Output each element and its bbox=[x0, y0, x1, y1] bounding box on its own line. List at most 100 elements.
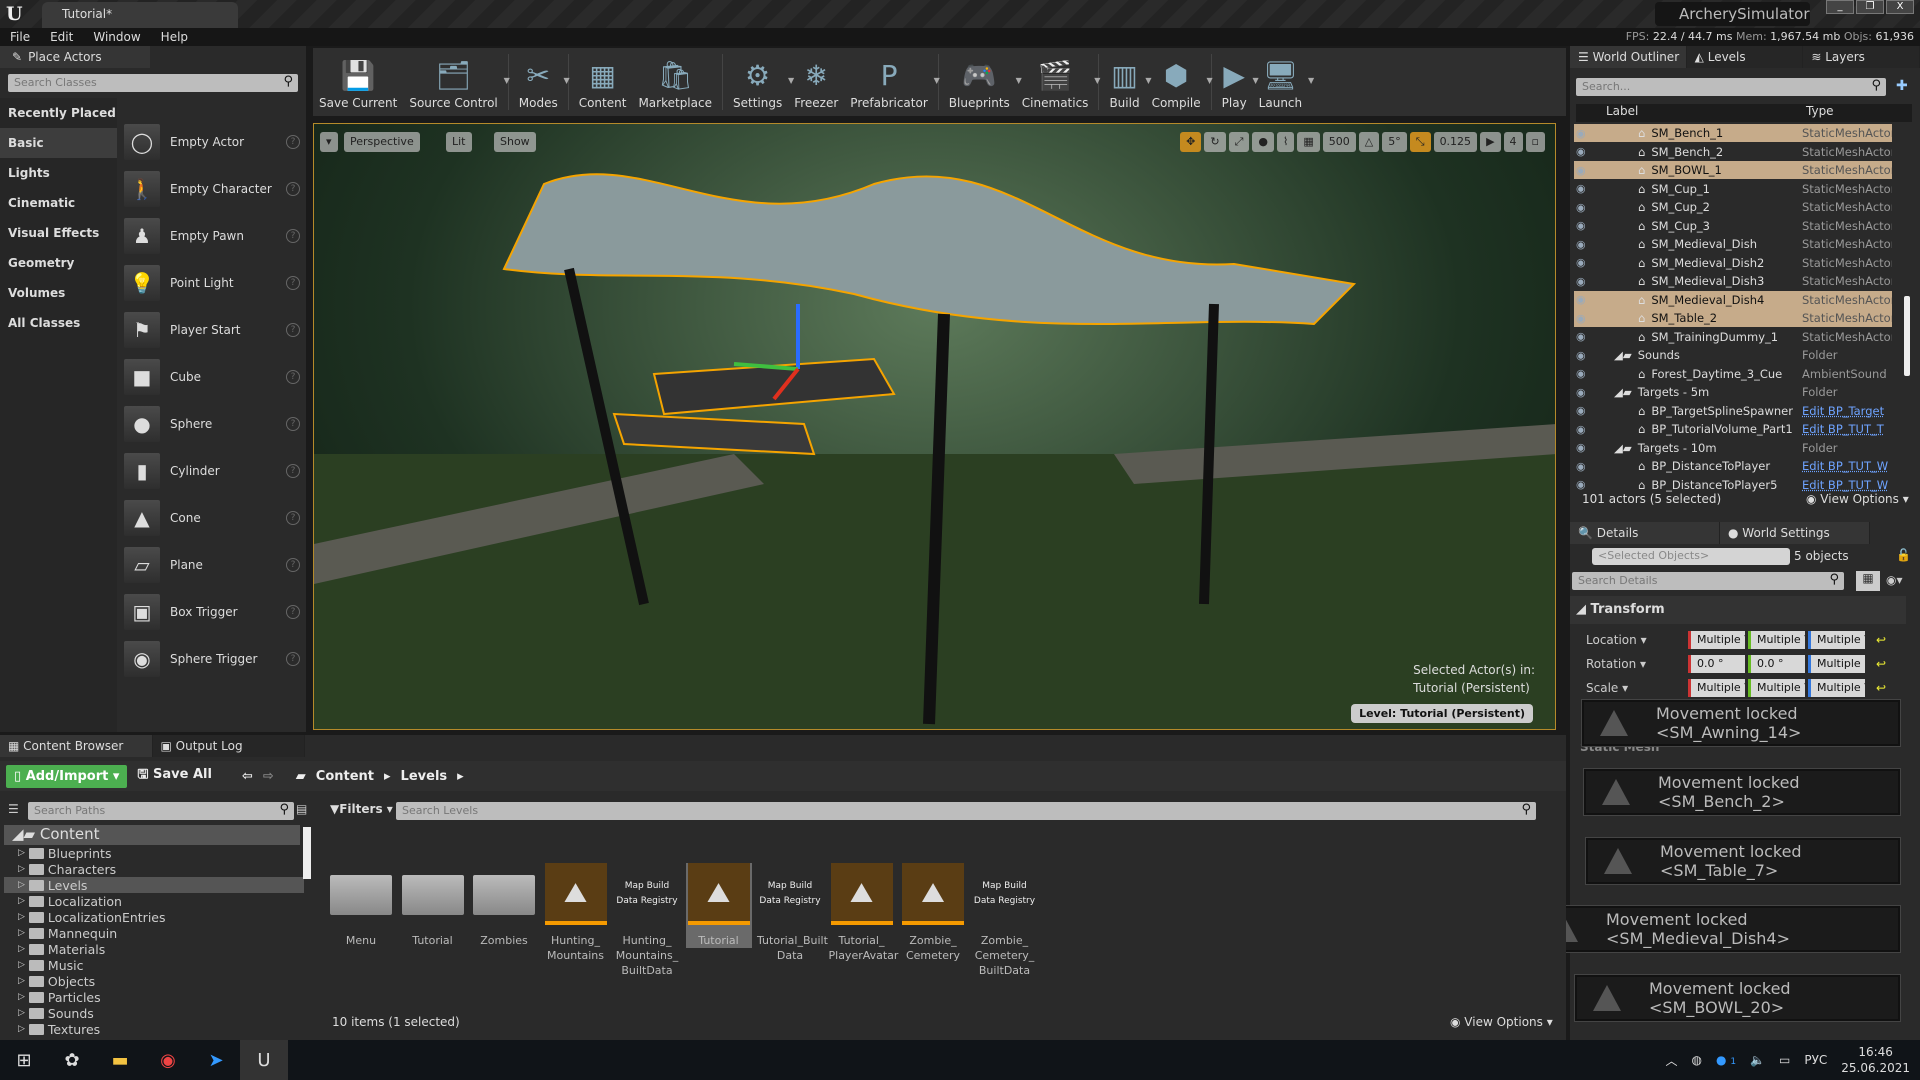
filters-button[interactable]: ▼Filters ▾ bbox=[330, 802, 393, 816]
outliner-row[interactable]: ◉ ⌂ SM_Medieval_Dish StaticMeshActor bbox=[1574, 235, 1892, 253]
outliner-view-options[interactable]: ◉ View Options ▾ bbox=[1806, 492, 1909, 506]
value-x-field[interactable]: Multiple V bbox=[1688, 679, 1745, 697]
file-explorer-icon[interactable]: ▬ bbox=[96, 1040, 144, 1080]
content-view-options[interactable]: ◉ View Options ▾ bbox=[1450, 1015, 1553, 1029]
expand-arrow-icon[interactable]: ▷ bbox=[18, 864, 25, 874]
restore-button[interactable]: ❐ bbox=[1856, 0, 1884, 14]
outliner-row-type[interactable]: Edit BP_TUT_W bbox=[1802, 478, 1892, 492]
add-import-button[interactable]: ▯ Add/Import ▾ bbox=[6, 764, 128, 788]
category-volumes[interactable]: Volumes bbox=[0, 278, 117, 308]
category-visual-effects[interactable]: Visual Effects bbox=[0, 218, 117, 248]
save-all-button[interactable]: 🖫 Save All bbox=[137, 765, 212, 787]
network-icon[interactable]: ▭ bbox=[1779, 1053, 1790, 1067]
grid-snap-icon[interactable]: ▦ bbox=[1297, 132, 1320, 152]
outliner-row[interactable]: ◉ ⌂ BP_DistanceToPlayer Edit BP_TUT_W bbox=[1574, 457, 1892, 475]
visibility-eye-icon[interactable]: ◉ bbox=[1576, 219, 1590, 232]
actor-item[interactable]: 🚶 Empty Character? bbox=[124, 169, 300, 209]
maximize-viewport-icon[interactable]: ▫ bbox=[1525, 132, 1545, 152]
value-y-field[interactable]: Multiple V bbox=[1748, 631, 1805, 649]
visibility-options-icon[interactable]: ◉▾ bbox=[1886, 573, 1903, 587]
expand-arrow-icon[interactable]: ▷ bbox=[18, 896, 25, 906]
tree-item[interactable]: ▷ Objects bbox=[4, 973, 304, 989]
visibility-eye-icon[interactable]: ◉ bbox=[1576, 441, 1590, 454]
tray-expand-icon[interactable]: ︿ bbox=[1666, 1052, 1678, 1069]
path-view-options-icon[interactable]: ▤ bbox=[296, 802, 307, 816]
windows-start-icon[interactable]: ⊞ bbox=[0, 1040, 48, 1080]
tree-item[interactable]: ▷ Materials bbox=[4, 941, 304, 957]
value-z-field[interactable]: Multiple V bbox=[1808, 679, 1865, 697]
camera-speed-icon[interactable]: ▶ bbox=[1480, 132, 1501, 152]
sources-toggle-icon[interactable]: ☰ bbox=[8, 802, 19, 816]
asset-tile[interactable]: Menu bbox=[328, 863, 394, 948]
scale-snap-value[interactable]: 0.125 bbox=[1433, 132, 1478, 152]
visibility-eye-icon[interactable]: ◉ bbox=[1576, 460, 1590, 473]
help-icon[interactable]: ? bbox=[286, 558, 300, 572]
tree-item[interactable]: ▷ Particles bbox=[4, 989, 304, 1005]
property-label[interactable]: Rotation ▾ bbox=[1570, 657, 1688, 671]
dropdown-arrow-icon[interactable]: ▼ bbox=[1308, 76, 1314, 85]
property-label[interactable]: Scale ▾ bbox=[1570, 681, 1688, 695]
toolbar-launch-button[interactable]: 🖥 Launch ▼ bbox=[1253, 48, 1314, 116]
actor-item[interactable]: ▣ Box Trigger? bbox=[124, 592, 300, 632]
search-classes-input[interactable]: Search Classes ⚲ bbox=[8, 74, 298, 92]
tree-item[interactable]: ▷ Sounds bbox=[4, 1005, 304, 1021]
visibility-eye-icon[interactable]: ◉ bbox=[1576, 367, 1590, 380]
menu-edit[interactable]: Edit bbox=[40, 30, 83, 44]
toolbar-source-control-button[interactable]: 🗂 Source Control ▼ bbox=[403, 48, 509, 116]
scale-mode-icon[interactable]: ⤢ bbox=[1228, 132, 1250, 152]
help-icon[interactable]: ? bbox=[286, 276, 300, 290]
expand-arrow-icon[interactable]: ▷ bbox=[18, 912, 25, 922]
help-icon[interactable]: ? bbox=[286, 323, 300, 337]
toolbar-content-button[interactable]: ▦ Content bbox=[573, 48, 633, 116]
language-indicator[interactable]: РУС bbox=[1804, 1053, 1827, 1067]
rotate-mode-icon[interactable]: ↻ bbox=[1204, 132, 1226, 152]
visibility-eye-icon[interactable]: ◉ bbox=[1576, 127, 1590, 140]
dropdown-arrow-icon[interactable]: ▼ bbox=[564, 76, 570, 85]
reset-to-default-icon[interactable]: ↩ bbox=[1876, 633, 1886, 647]
lit-button[interactable]: Lit bbox=[446, 132, 472, 152]
actor-item[interactable]: ♟ Empty Pawn? bbox=[124, 216, 300, 256]
tree-item[interactable]: ▷ Localization bbox=[4, 893, 304, 909]
category-lights[interactable]: Lights bbox=[0, 158, 117, 188]
visibility-eye-icon[interactable]: ◉ bbox=[1576, 238, 1590, 251]
value-z-field[interactable]: Multiple bbox=[1808, 655, 1865, 673]
outliner-row[interactable]: ◉ ◢▰ Sounds Folder bbox=[1574, 346, 1892, 364]
telegram-icon[interactable]: ➤ bbox=[192, 1040, 240, 1080]
outliner-row[interactable]: ◉ ◢▰ Targets - 10m Folder bbox=[1574, 439, 1892, 457]
value-y-field[interactable]: Multiple V bbox=[1748, 679, 1805, 697]
tab-output-log[interactable]: ▣ Output Log bbox=[152, 735, 305, 757]
property-label[interactable]: Location ▾ bbox=[1570, 633, 1688, 647]
value-z-field[interactable]: Multiple V bbox=[1808, 631, 1865, 649]
tree-item[interactable]: ▷ Mannequin bbox=[4, 925, 304, 941]
tree-item[interactable]: ▷ Levels bbox=[4, 877, 304, 893]
tree-item[interactable]: ▷ LocalizationEntries bbox=[4, 909, 304, 925]
breadcrumb-content[interactable]: Content bbox=[316, 769, 374, 784]
expand-arrow-icon[interactable]: ▷ bbox=[18, 992, 25, 1002]
forward-button[interactable]: ⇨ bbox=[263, 769, 274, 784]
grid-size-value[interactable]: 500 bbox=[1322, 132, 1356, 152]
outliner-row[interactable]: ◉ ⌂ BP_DistanceToPlayer5 Edit BP_TUT_W bbox=[1574, 476, 1892, 494]
reset-to-default-icon[interactable]: ↩ bbox=[1876, 657, 1886, 671]
help-icon[interactable]: ? bbox=[286, 182, 300, 196]
toolbar-build-button[interactable]: ▥ Build ▼ bbox=[1103, 48, 1151, 116]
tab-details[interactable]: 🔍 Details bbox=[1570, 522, 1720, 544]
visibility-eye-icon[interactable]: ◉ bbox=[1576, 423, 1590, 436]
actor-item[interactable]: ▮ Cylinder? bbox=[124, 451, 300, 491]
outliner-scrollbar[interactable] bbox=[1904, 296, 1910, 376]
visibility-eye-icon[interactable]: ◉ bbox=[1576, 478, 1590, 491]
outliner-row[interactable]: ◉ ⌂ SM_BOWL_1 StaticMeshActor bbox=[1574, 161, 1892, 179]
outliner-row[interactable]: ◉ ⌂ SM_Cup_2 StaticMeshActor bbox=[1574, 198, 1892, 216]
visibility-eye-icon[interactable]: ◉ bbox=[1576, 349, 1590, 362]
back-button[interactable]: ⇦ bbox=[242, 769, 253, 784]
expand-arrow-icon[interactable]: ▷ bbox=[18, 928, 25, 938]
dropdown-arrow-icon[interactable]: ▼ bbox=[1206, 76, 1212, 85]
perspective-button[interactable]: Perspective bbox=[344, 132, 420, 152]
dropdown-arrow-icon[interactable]: ▼ bbox=[934, 76, 940, 85]
toolbar-modes-button[interactable]: ✂ Modes ▼ bbox=[513, 48, 570, 116]
document-tab[interactable]: Tutorial* bbox=[42, 2, 238, 28]
help-icon[interactable]: ? bbox=[286, 652, 300, 666]
tab-content-browser[interactable]: ▦ Content Browser bbox=[0, 735, 153, 757]
toolbar-settings-button[interactable]: ⚙ Settings ▼ bbox=[727, 48, 794, 116]
toolbar-compile-button[interactable]: ⬢ Compile ▼ bbox=[1146, 48, 1213, 116]
volume-icon[interactable]: 🔈 bbox=[1750, 1053, 1765, 1067]
